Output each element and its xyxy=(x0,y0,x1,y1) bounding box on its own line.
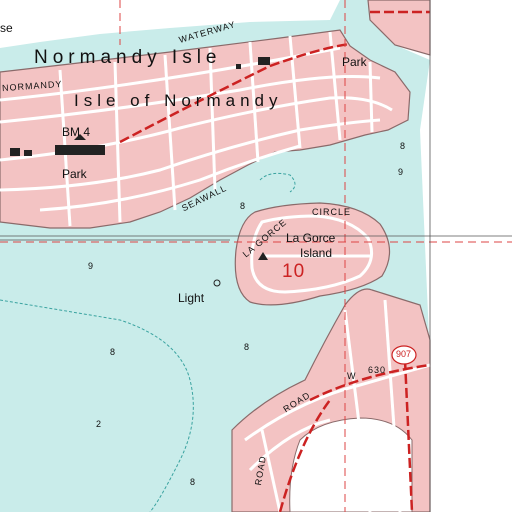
depth-sounding: 2 xyxy=(96,419,103,429)
label-park-east: Park xyxy=(342,55,367,69)
label-normandy-isle: Normandy Isle xyxy=(34,47,222,68)
label-road-w: W xyxy=(347,371,357,381)
depth-sounding: 8 xyxy=(400,141,407,151)
label-partial: se xyxy=(0,21,13,35)
map-canvas xyxy=(0,0,512,512)
depth-sounding: 8 xyxy=(244,342,251,352)
label-isle-of-normandy: Isle of Normandy xyxy=(74,91,283,110)
school-building xyxy=(55,145,105,155)
building-3 xyxy=(258,57,270,65)
depth-sounding: 8 xyxy=(110,347,117,357)
topographic-map: Normandy Isle Isle of Normandy WATERWAY … xyxy=(0,0,512,512)
label-section: 10 xyxy=(282,261,306,282)
label-island: Island xyxy=(300,246,333,260)
label-park-west: Park xyxy=(62,167,87,181)
depth-sounding: 9 xyxy=(398,167,405,177)
depth-sounding: 8 xyxy=(190,477,197,487)
depth-sounding: 8 xyxy=(240,201,247,211)
label-light: Light xyxy=(178,291,205,305)
label-circle: CIRCLE xyxy=(312,207,352,217)
cross-street-8 xyxy=(368,61,374,133)
label-road-number: 630 xyxy=(368,365,387,375)
building-2 xyxy=(24,150,32,156)
building-4 xyxy=(236,64,241,69)
label-bm: BM 4 xyxy=(62,125,91,139)
building-1 xyxy=(10,148,20,156)
label-route-shield: 907 xyxy=(396,349,412,359)
label-la-gorce: La Gorce xyxy=(286,231,336,245)
depth-sounding: 9 xyxy=(88,261,95,271)
